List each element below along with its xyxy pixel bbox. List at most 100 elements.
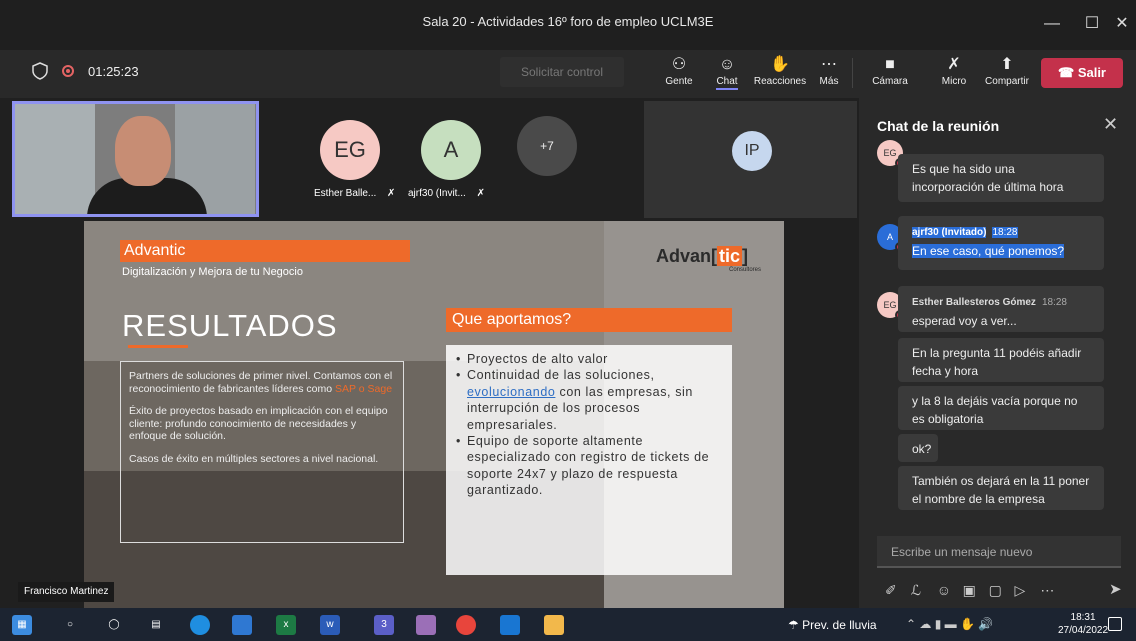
gif-icon[interactable]: ▣	[963, 582, 985, 599]
clock-time: 18:31	[1070, 612, 1096, 623]
mic-off-icon: ✗	[947, 56, 961, 73]
request-control-button[interactable]: Solicitar control	[500, 57, 624, 87]
mic-off-icon: ✗	[387, 188, 396, 199]
store-icon[interactable]	[232, 615, 252, 635]
offer-bullet: Continuidad de las soluciones, evolucion…	[456, 367, 722, 433]
task-view-icon[interactable]: ▤	[146, 615, 166, 635]
edge-icon[interactable]	[190, 615, 210, 635]
cortana-icon[interactable]: ◯	[104, 615, 124, 635]
participant-name-a: ajrf30 (Invit... ✗	[408, 188, 485, 199]
chat-message[interactable]: ajrf30 (Invitado) 18:28 En ese caso, qué …	[898, 216, 1104, 270]
chat-icon: ☺	[718, 56, 736, 73]
chat-message[interactable]: Es que ha sido una incorporación de últi…	[898, 154, 1104, 202]
chat-text: esperad voy a ver...	[912, 314, 1017, 328]
logo-tic: tic	[717, 246, 743, 266]
shield-icon	[32, 62, 48, 80]
chat-message-input[interactable]: Escribe un mensaje nuevo	[877, 536, 1121, 568]
mic-off-icon: ✗	[476, 188, 485, 199]
camera-off-icon: ■	[885, 56, 895, 73]
chat-message[interactable]: Esther Ballesteros Gómez 18:28 esperad vo…	[898, 286, 1104, 332]
deliver-icon[interactable]: ▷	[1014, 582, 1036, 599]
offer-text: Continuidad de las soluciones,	[467, 368, 655, 383]
chat-message[interactable]: También os dejará en la 11 poner el nomb…	[898, 466, 1104, 510]
close-window-button[interactable]: ✕	[1110, 12, 1134, 36]
notifications-icon[interactable]	[1108, 617, 1122, 631]
reactions-icon: ✋	[770, 56, 790, 73]
search-icon[interactable]: ○	[60, 615, 80, 635]
more-participants-button[interactable]: +7	[517, 116, 577, 176]
slide-brand-title: Advantic	[120, 240, 410, 262]
emoji-icon[interactable]: ☺	[937, 582, 959, 598]
title-bar: Sala 20 - Actividades 16º foro de empleo…	[0, 0, 1136, 50]
results-paragraph: Partners de soluciones de primer nivel. …	[129, 370, 395, 395]
maximize-button[interactable]: ☐	[1080, 12, 1104, 36]
chat-button[interactable]: ☺ Chat	[712, 54, 742, 96]
results-box: Partners de soluciones de primer nivel. …	[120, 361, 404, 543]
leave-label: Salir	[1077, 65, 1106, 80]
system-tray[interactable]: ⌃ ☁ ▮ ▬ ✋ 🔊	[906, 617, 993, 631]
people-label: Gente	[665, 76, 693, 87]
chat-title: Chat de la reunión	[877, 118, 1000, 134]
windows-start-icon[interactable]: ▦	[12, 615, 32, 635]
results-highlight: SAP o Sage	[335, 382, 393, 395]
teams-badge: 3	[381, 619, 387, 630]
chat-message[interactable]: En la pregunta 11 podéis añadir fecha y …	[898, 338, 1104, 382]
more-options-icon[interactable]: ⋯	[1040, 582, 1062, 599]
sticker-icon[interactable]: ▢	[989, 582, 1011, 599]
slide-logo: Advan[tic]	[656, 246, 749, 266]
chat-avatar-initials: A	[886, 232, 893, 242]
share-label: Compartir	[985, 76, 1029, 87]
teams-icon[interactable]: 3	[374, 615, 394, 635]
word-icon[interactable]: w	[320, 615, 340, 635]
minimize-button[interactable]: —	[1040, 12, 1064, 36]
window-title: Sala 20 - Actividades 16º foro de empleo…	[422, 14, 714, 29]
meeting-timer: 01:25:23	[88, 64, 139, 79]
outlook-icon[interactable]	[500, 615, 520, 635]
app-icon[interactable]	[416, 615, 436, 635]
chrome-icon[interactable]	[456, 615, 476, 635]
results-paragraph: Casos de éxito en múltiples sectores a n…	[129, 452, 379, 465]
more-button[interactable]: ⋯ Más	[816, 54, 842, 96]
participant-tile-ip[interactable]: IP	[644, 101, 857, 218]
chat-message[interactable]: y la 8 la dejáis vacía porque no es obli…	[898, 386, 1104, 430]
camera-button[interactable]: ■ Cámara	[872, 54, 908, 96]
leave-button[interactable]: ☎ Salir	[1041, 58, 1123, 88]
taskbar-clock[interactable]: 18:31 27/04/2022	[1058, 611, 1108, 637]
participant-name-label: ajrf30 (Invit...	[408, 188, 466, 199]
avatar-eg[interactable]: EG	[320, 120, 380, 180]
participant-name-label: Esther Balle...	[314, 188, 377, 199]
presenter-video[interactable]	[12, 101, 259, 217]
people-button[interactable]: ⚇ Gente	[664, 54, 694, 96]
mic-button[interactable]: ✗ Micro	[939, 54, 969, 96]
format-icon[interactable]: ✐	[885, 582, 907, 599]
offer-title: Que aportamos?	[446, 308, 732, 332]
chat-avatar-initials: EG	[883, 300, 897, 310]
avatar-a[interactable]: A	[421, 120, 481, 180]
presenter-name-tag: Francisco Martinez	[18, 582, 115, 602]
more-label: Más	[819, 76, 839, 87]
clock-date: 27/04/2022	[1058, 625, 1109, 636]
weather-widget[interactable]: ☂ Prev. de lluvia	[788, 618, 877, 632]
chat-time: 18:28	[992, 227, 1018, 238]
participant-name-eg: Esther Balle... ✗	[314, 188, 395, 199]
shared-slide: Advantic Digitalización y Mejora de tu N…	[84, 221, 784, 608]
phone-icon: ☎	[1057, 65, 1075, 80]
chat-label: Chat	[716, 76, 738, 90]
more-icon: ⋯	[821, 56, 837, 73]
offer-link[interactable]: evolucionando	[467, 385, 555, 399]
offer-bullet: Equipo de soporte altamente especializad…	[456, 433, 722, 499]
chat-message[interactable]: ok?	[898, 434, 938, 462]
slide-brand-subtitle: Digitalización y Mejora de tu Negocio	[122, 266, 303, 278]
file-explorer-icon[interactable]	[544, 615, 564, 635]
mic-label: Micro	[941, 76, 967, 87]
send-button[interactable]: ➤	[1109, 580, 1122, 598]
share-button[interactable]: ⬆ Compartir	[982, 54, 1032, 96]
chat-avatar-initials: EG	[883, 148, 897, 158]
results-paragraph: Éxito de proyectos basado en implicación…	[129, 405, 388, 442]
excel-icon[interactable]: x	[276, 615, 296, 635]
reactions-label: Reacciones	[753, 76, 807, 87]
reactions-button[interactable]: ✋ Reacciones	[752, 54, 808, 96]
close-chat-button[interactable]: ✕	[1103, 114, 1118, 135]
attach-icon[interactable]: ℒ	[911, 582, 933, 599]
logo-main: Advan	[656, 246, 712, 266]
